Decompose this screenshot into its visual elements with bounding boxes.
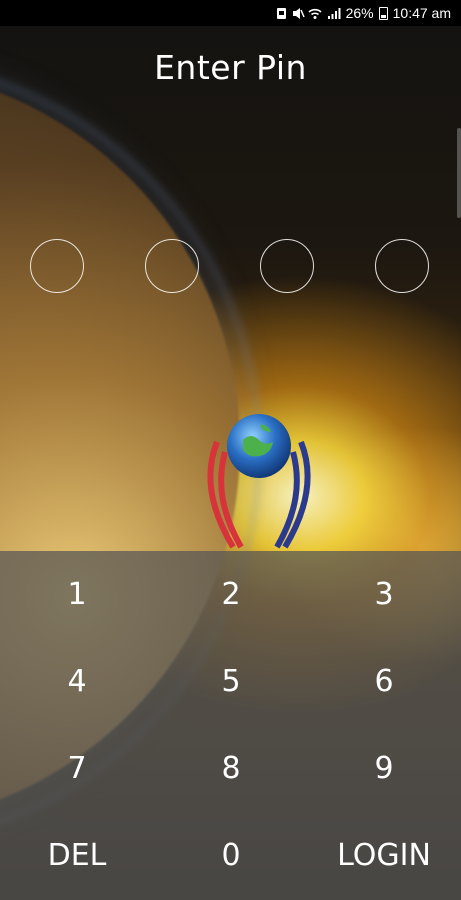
signal-icon [327, 7, 341, 20]
delete-button[interactable]: DEL [0, 813, 154, 899]
wifi-icon [308, 7, 322, 20]
pin-dot-4 [375, 239, 429, 293]
pin-dot-1 [30, 239, 84, 293]
battery-percent: 26% [345, 5, 374, 21]
notification-icon [276, 7, 287, 20]
key-6[interactable]: 6 [307, 639, 461, 725]
pin-dot-2 [145, 239, 199, 293]
status-icons: 26% 10:47 am [276, 4, 451, 22]
key-1[interactable]: 1 [0, 552, 154, 638]
numeric-keypad: 1 2 3 4 5 6 7 8 9 DEL 0 LOGIN [0, 551, 461, 900]
key-8[interactable]: 8 [154, 726, 308, 812]
mute-icon [292, 7, 305, 20]
key-5[interactable]: 5 [154, 639, 308, 725]
page-title: Enter Pin [154, 48, 307, 87]
key-9[interactable]: 9 [307, 726, 461, 812]
key-7[interactable]: 7 [0, 726, 154, 812]
status-bar: 26% 10:47 am [0, 0, 461, 26]
edge-panel-handle[interactable] [457, 128, 461, 218]
key-0[interactable]: 0 [154, 813, 308, 899]
login-button[interactable]: LOGIN [307, 813, 461, 899]
key-3[interactable]: 3 [307, 552, 461, 638]
pin-dot-3 [260, 239, 314, 293]
key-4[interactable]: 4 [0, 639, 154, 725]
battery-icon [378, 6, 388, 20]
key-2[interactable]: 2 [154, 552, 308, 638]
app-logo-icon [207, 414, 311, 549]
clock: 10:47 am [392, 5, 451, 21]
